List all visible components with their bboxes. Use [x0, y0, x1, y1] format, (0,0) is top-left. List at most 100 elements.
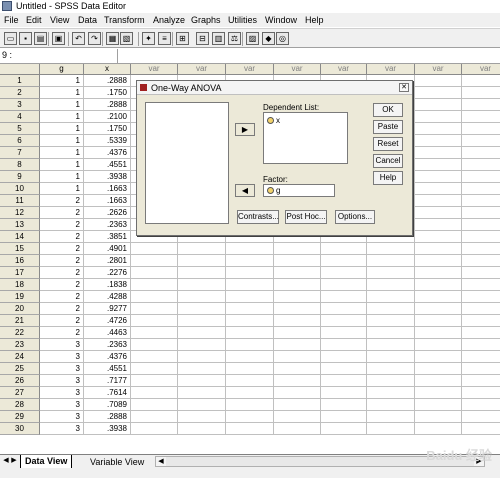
empty-cell[interactable] — [178, 255, 226, 267]
empty-cell[interactable] — [462, 183, 500, 195]
row-header[interactable]: 17 — [0, 267, 40, 279]
empty-cell[interactable] — [415, 87, 462, 99]
empty-cell[interactable] — [321, 327, 367, 339]
insert-variable-icon[interactable]: ⊟ — [196, 32, 209, 45]
empty-cell[interactable] — [367, 279, 415, 291]
empty-cell[interactable] — [462, 291, 500, 303]
cell-x[interactable]: .4376 — [84, 147, 131, 159]
cell-x[interactable]: .2888 — [84, 99, 131, 111]
split-file-icon[interactable]: ▥ — [212, 32, 225, 45]
row-header[interactable]: 7 — [0, 147, 40, 159]
row-header[interactable]: 4 — [0, 111, 40, 123]
empty-cell[interactable] — [462, 111, 500, 123]
row-header[interactable]: 3 — [0, 99, 40, 111]
column-header-var[interactable]: var — [367, 64, 415, 75]
empty-cell[interactable] — [321, 267, 367, 279]
empty-cell[interactable] — [367, 303, 415, 315]
find-icon[interactable]: ✦ — [142, 32, 155, 45]
empty-cell[interactable] — [226, 375, 274, 387]
empty-cell[interactable] — [178, 375, 226, 387]
cell-g[interactable]: 3 — [40, 363, 84, 375]
empty-cell[interactable] — [367, 363, 415, 375]
column-header-var[interactable]: var — [131, 64, 178, 75]
empty-cell[interactable] — [462, 195, 500, 207]
empty-cell[interactable] — [274, 387, 321, 399]
row-header[interactable]: 27 — [0, 387, 40, 399]
empty-cell[interactable] — [415, 267, 462, 279]
dependent-item[interactable]: x — [267, 116, 280, 125]
empty-cell[interactable] — [367, 315, 415, 327]
empty-cell[interactable] — [274, 279, 321, 291]
cell-g[interactable]: 2 — [40, 303, 84, 315]
menu-data[interactable]: Data — [78, 15, 97, 25]
dialog-recall-icon[interactable]: ▣ — [52, 32, 65, 45]
cell-g[interactable]: 2 — [40, 327, 84, 339]
tab-scroll-right-icon[interactable]: ▶ — [10, 456, 18, 466]
empty-cell[interactable] — [226, 267, 274, 279]
row-header[interactable]: 30 — [0, 423, 40, 435]
row-header[interactable]: 10 — [0, 183, 40, 195]
empty-cell[interactable] — [367, 399, 415, 411]
menu-transform[interactable]: Transform — [104, 15, 145, 25]
empty-cell[interactable] — [131, 303, 178, 315]
empty-cell[interactable] — [131, 375, 178, 387]
empty-cell[interactable] — [462, 135, 500, 147]
menu-help[interactable]: Help — [305, 15, 324, 25]
empty-cell[interactable] — [178, 387, 226, 399]
save-icon[interactable]: ▪ — [19, 32, 32, 45]
empty-cell[interactable] — [226, 303, 274, 315]
empty-cell[interactable] — [415, 99, 462, 111]
empty-cell[interactable] — [415, 171, 462, 183]
scroll-left-icon[interactable]: ◀ — [156, 457, 166, 466]
cell-g[interactable]: 3 — [40, 375, 84, 387]
empty-cell[interactable] — [131, 411, 178, 423]
empty-cell[interactable] — [367, 339, 415, 351]
menu-utilities[interactable]: Utilities — [228, 15, 257, 25]
cell-g[interactable]: 3 — [40, 399, 84, 411]
empty-cell[interactable] — [131, 399, 178, 411]
empty-cell[interactable] — [415, 75, 462, 87]
empty-cell[interactable] — [226, 315, 274, 327]
cell-g[interactable]: 1 — [40, 75, 84, 87]
row-header[interactable]: 14 — [0, 231, 40, 243]
column-header-var[interactable]: var — [415, 64, 462, 75]
cell-g[interactable]: 1 — [40, 111, 84, 123]
empty-cell[interactable] — [462, 423, 500, 435]
empty-cell[interactable] — [415, 291, 462, 303]
empty-cell[interactable] — [131, 267, 178, 279]
post-hoc-button[interactable]: Post Hoc... — [285, 210, 327, 224]
empty-cell[interactable] — [178, 363, 226, 375]
empty-cell[interactable] — [462, 99, 500, 111]
cell-g[interactable]: 1 — [40, 99, 84, 111]
empty-cell[interactable] — [415, 303, 462, 315]
cell-x[interactable]: .7089 — [84, 399, 131, 411]
empty-cell[interactable] — [178, 351, 226, 363]
cell-g[interactable]: 1 — [40, 171, 84, 183]
empty-cell[interactable] — [274, 315, 321, 327]
empty-cell[interactable] — [321, 423, 367, 435]
empty-cell[interactable] — [321, 399, 367, 411]
row-header[interactable]: 18 — [0, 279, 40, 291]
empty-cell[interactable] — [321, 303, 367, 315]
empty-cell[interactable] — [321, 375, 367, 387]
row-header[interactable]: 28 — [0, 399, 40, 411]
empty-cell[interactable] — [226, 423, 274, 435]
cell-x[interactable]: .4463 — [84, 327, 131, 339]
empty-cell[interactable] — [131, 351, 178, 363]
move-to-factor-button[interactable]: ◀ — [235, 184, 255, 197]
cell-x[interactable]: .2276 — [84, 267, 131, 279]
help-button[interactable]: Help — [373, 171, 403, 185]
empty-cell[interactable] — [415, 219, 462, 231]
contrasts-button[interactable]: Contrasts... — [237, 210, 279, 224]
cancel-button[interactable]: Cancel — [373, 154, 403, 168]
empty-cell[interactable] — [462, 75, 500, 87]
empty-cell[interactable] — [415, 183, 462, 195]
empty-cell[interactable] — [274, 351, 321, 363]
empty-cell[interactable] — [462, 303, 500, 315]
empty-cell[interactable] — [415, 399, 462, 411]
empty-cell[interactable] — [131, 423, 178, 435]
cell-g[interactable]: 2 — [40, 243, 84, 255]
cell-x[interactable]: .2626 — [84, 207, 131, 219]
row-header[interactable]: 13 — [0, 219, 40, 231]
dependent-list[interactable]: x — [263, 112, 348, 164]
